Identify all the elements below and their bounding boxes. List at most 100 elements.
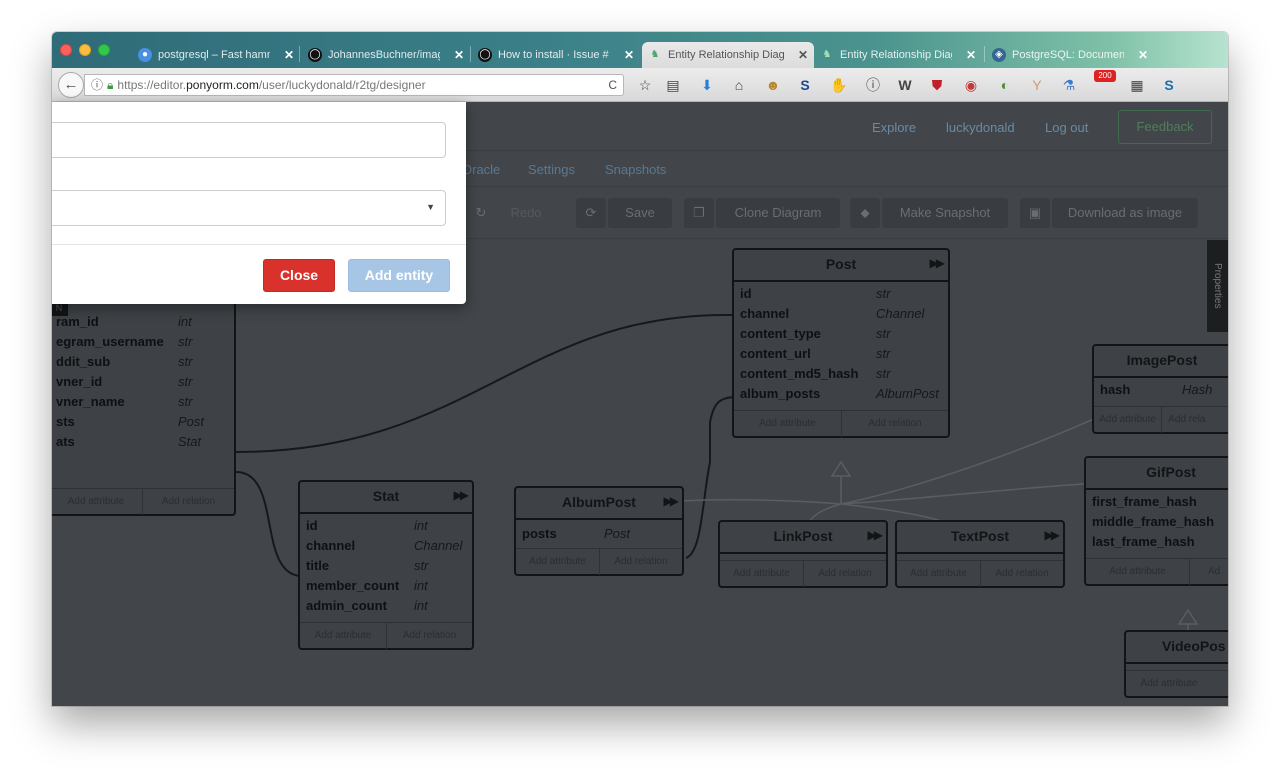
entity-imagepost[interactable]: ImagePost hash Hash Add attribute Add rela [1092, 344, 1228, 434]
attribute-row[interactable]: title str [300, 556, 472, 576]
add-attribute-link[interactable]: Add attribute [52, 489, 142, 515]
attribute-row[interactable]: admin_count int [300, 596, 472, 616]
tab-close-icon[interactable]: ✕ [454, 42, 464, 68]
reload-icon[interactable]: C [608, 75, 617, 95]
ponyorm-icon: ♞ [822, 49, 832, 60]
attribute-row[interactable]: first_frame_hash [1086, 492, 1228, 512]
fast-forward-icon[interactable]: ▶▶ [664, 494, 680, 508]
w-extension-icon[interactable]: W [896, 76, 914, 94]
hand-extension-icon[interactable]: ✋ [830, 76, 848, 94]
tab-close-icon[interactable]: ✕ [1138, 42, 1148, 68]
entity-base-select[interactable]: ▼ [52, 190, 446, 226]
reading-list-icon[interactable]: ▤ [664, 76, 682, 94]
tab-close-icon[interactable]: ✕ [966, 42, 976, 68]
entity-title: AlbumPost [562, 494, 636, 510]
entity-gifpost[interactable]: GifPost first_frame_hash middle_frame_ha… [1084, 456, 1228, 586]
entity-name-input[interactable] [52, 122, 446, 158]
entity-linkpost[interactable]: LinkPost ▶▶ Add attribute Add relation [718, 520, 888, 588]
add-relation-link[interactable]: Add rela [1161, 407, 1228, 433]
entity-textpost[interactable]: TextPost ▶▶ Add attribute Add relation [895, 520, 1065, 588]
add-relation-link[interactable]: Add relation [142, 489, 234, 515]
add-relation-link[interactable]: Add relation [841, 411, 948, 437]
qr-code-icon[interactable]: ▦ [1128, 76, 1146, 94]
tab-4-active[interactable]: ♞ Entity Relationship Diag ✕ [642, 42, 814, 68]
add-attribute-link[interactable]: Add attribute [300, 623, 386, 649]
tab-3[interactable]: ◯ How to install · Issue # ✕ [472, 42, 640, 68]
add-relation-link[interactable]: Add relation [599, 549, 682, 575]
attribute-row[interactable]: channel Channel [734, 304, 948, 324]
eye-extension-icon[interactable]: ◉ [962, 76, 980, 94]
navigation-bar: ← ⓘ 🔒︎ https://editor.ponyorm.com/user/luc… [52, 68, 1228, 102]
s-box-icon[interactable]: S [1160, 76, 1178, 94]
entity-videopost[interactable]: VideoPos Add attribute [1124, 630, 1228, 698]
tab-title: How to install · Issue # [498, 49, 609, 61]
bookmark-star-icon[interactable]: ☆ [636, 76, 654, 94]
monkey-icon[interactable]: ☻ [764, 76, 782, 94]
entity-albumpost[interactable]: AlbumPost ▶▶ posts Post Add attribute Add r… [514, 486, 684, 576]
window-zoom-button[interactable] [98, 44, 110, 56]
attribute-row[interactable]: content_type str [734, 324, 948, 344]
add-attribute-link[interactable]: Add attribute [734, 411, 841, 437]
add-attribute-link[interactable]: Add attribute [1086, 559, 1189, 585]
tab-1[interactable]: ● postgresql – Fast hamm ✕ [132, 42, 300, 68]
add-attribute-link[interactable]: Add attribute [516, 549, 599, 575]
attribute-row[interactable]: vner_id str [52, 372, 234, 392]
attribute-row[interactable]: middle_frame_hash [1086, 512, 1228, 532]
entity-stat[interactable]: Stat ▶▶ id int channel Channel title str mem… [298, 480, 474, 650]
add-entity-button[interactable]: Add entity [348, 259, 450, 292]
address-bar[interactable]: ⓘ 🔒︎ https://editor.ponyorm.com/user/lucky… [84, 74, 624, 96]
entity-title: VideoPos [1162, 638, 1226, 654]
tab-2[interactable]: ◯ JohannesBuchner/imag ✕ [302, 42, 470, 68]
globe-extension-icon[interactable]: ◐ [996, 76, 1014, 94]
attribute-row[interactable]: posts Post [516, 524, 682, 544]
add-attribute-link[interactable]: Add attribute [897, 561, 980, 587]
add-relation-link[interactable]: Add relation [980, 561, 1063, 587]
fast-forward-icon[interactable]: ▶▶ [868, 528, 884, 542]
window-minimize-button[interactable] [79, 44, 91, 56]
attribute-row[interactable]: ram_id int [52, 312, 234, 332]
tab-close-icon[interactable]: ✕ [798, 42, 808, 68]
attribute-row[interactable]: channel Channel [300, 536, 472, 556]
fast-forward-icon[interactable]: ▶▶ [930, 256, 946, 270]
url-prefix: https://editor. [117, 78, 187, 92]
chevron-down-icon: ▼ [426, 202, 435, 212]
entity-channel[interactable]: N ram_id int egram_username str ddit_sub st… [52, 300, 236, 516]
s-extension-icon[interactable]: S [796, 76, 814, 94]
flask-icon[interactable]: ⚗ [1060, 76, 1078, 94]
info-extension-icon[interactable]: ⓘ [864, 76, 882, 94]
add-relation-link[interactable]: Add relation [386, 623, 472, 649]
close-button[interactable]: Close [263, 259, 335, 292]
add-attribute-link[interactable]: Add attribute [1126, 671, 1212, 697]
attribute-row[interactable]: id int [300, 516, 472, 536]
add-relation-link[interactable]: Add relation [803, 561, 886, 587]
attribute-row[interactable]: content_md5_hash str [734, 364, 948, 384]
attribute-row[interactable]: hash Hash [1094, 380, 1228, 400]
attribute-row[interactable]: ats Stat [52, 432, 234, 452]
entity-post[interactable]: Post ▶▶ id str channel Channel content_type… [732, 248, 950, 438]
add-attribute-link[interactable]: Add attribute [720, 561, 803, 587]
tab-close-icon[interactable]: ✕ [284, 42, 294, 68]
fast-forward-icon[interactable]: ▶▶ [454, 488, 470, 502]
attribute-row[interactable]: sts Post [52, 412, 234, 432]
tab-5[interactable]: ♞ Entity Relationship Diag ✕ [814, 42, 982, 68]
attribute-row[interactable]: vner_name str [52, 392, 234, 412]
attribute-row[interactable]: egram_username str [52, 332, 234, 352]
ublock-icon[interactable]: ⛊ [928, 76, 946, 94]
attribute-row[interactable]: content_url str [734, 344, 948, 364]
add-attribute-link[interactable]: Add attribute [1094, 407, 1161, 433]
window-close-button[interactable] [60, 44, 72, 56]
tab-6[interactable]: ◈ PostgreSQL: Documen ✕ [986, 42, 1154, 68]
home-icon[interactable]: ⌂ [730, 76, 748, 94]
back-button[interactable]: ← [58, 72, 84, 98]
attribute-row[interactable]: last_frame_hash [1086, 532, 1228, 552]
attribute-row[interactable]: id str [734, 284, 948, 304]
add-relation-link[interactable]: Ad [1188, 559, 1228, 585]
attribute-row[interactable]: member_count int [300, 576, 472, 596]
y-extension-icon[interactable]: Y [1028, 76, 1046, 94]
tab-close-icon[interactable]: ✕ [624, 42, 634, 68]
fast-forward-icon[interactable]: ▶▶ [1045, 528, 1061, 542]
info-icon[interactable]: ⓘ [91, 78, 103, 92]
attribute-row[interactable]: ddit_sub str [52, 352, 234, 372]
attribute-row[interactable]: album_posts AlbumPost [734, 384, 948, 404]
download-icon[interactable]: ⬇ [698, 76, 716, 94]
